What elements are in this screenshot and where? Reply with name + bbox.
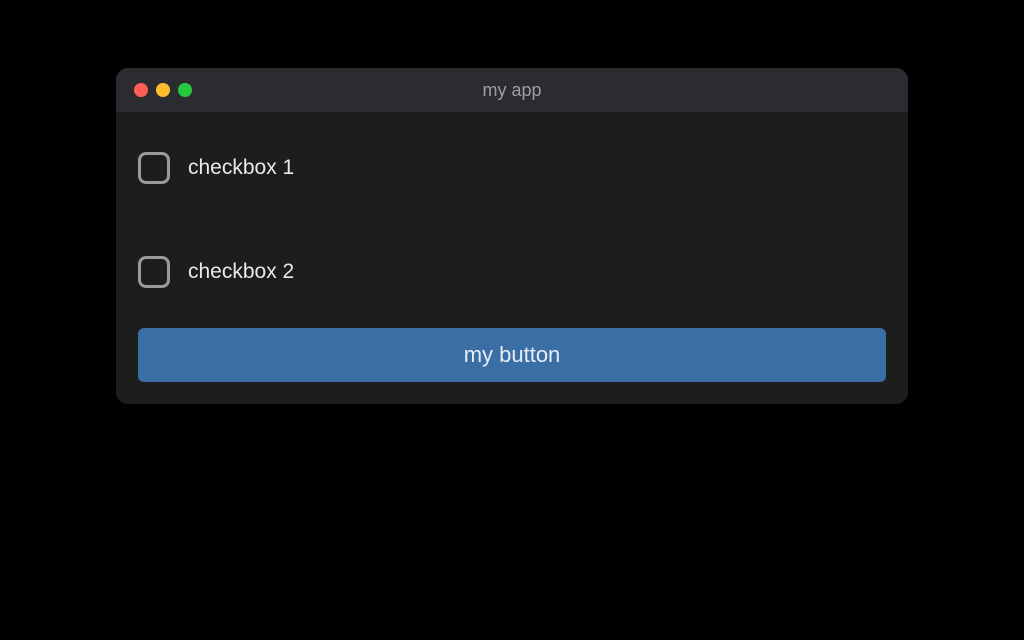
checkbox-2[interactable]: checkbox 2	[138, 256, 886, 288]
maximize-icon[interactable]	[178, 83, 192, 97]
checkbox-1[interactable]: checkbox 1	[138, 152, 886, 184]
checkbox-box-icon[interactable]	[138, 256, 170, 288]
button-label: my button	[464, 342, 561, 368]
titlebar: my app	[116, 68, 908, 112]
close-icon[interactable]	[134, 83, 148, 97]
minimize-icon[interactable]	[156, 83, 170, 97]
traffic-lights	[116, 83, 192, 97]
my-button[interactable]: my button	[138, 328, 886, 382]
checkbox-label: checkbox 2	[188, 260, 294, 284]
checkbox-box-icon[interactable]	[138, 152, 170, 184]
window-title: my app	[116, 80, 908, 101]
checkbox-label: checkbox 1	[188, 156, 294, 180]
app-window: my app checkbox 1 checkbox 2 my button	[116, 68, 908, 404]
window-content: checkbox 1 checkbox 2 my button	[116, 112, 908, 404]
